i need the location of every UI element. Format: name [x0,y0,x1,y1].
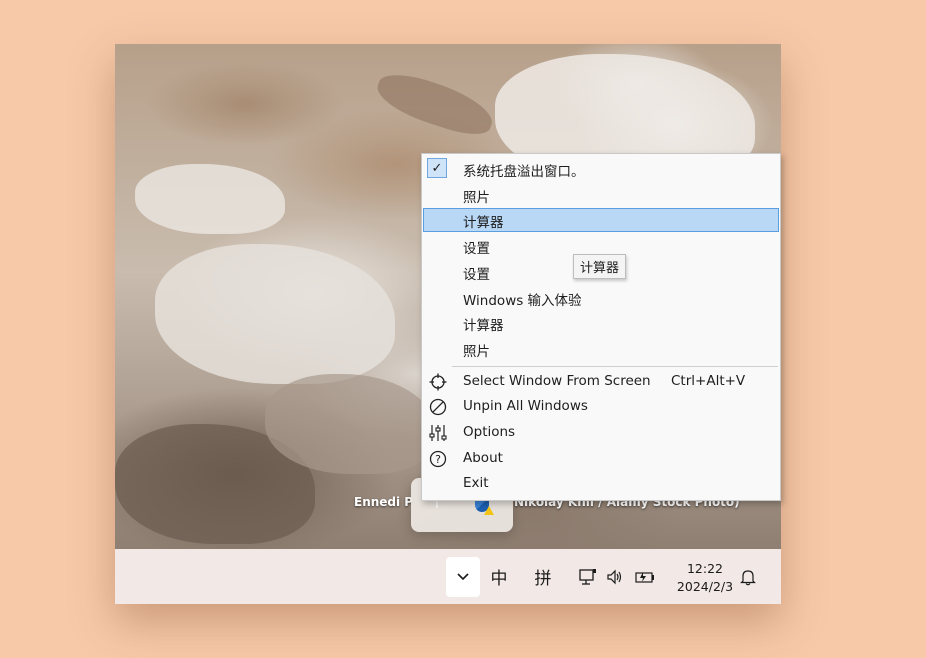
menu-item-label: 设置 [463,241,490,257]
warning-badge-icon [484,506,494,515]
menu-item-label: Exit [463,475,489,491]
menu-item-photos[interactable]: 照片 [423,183,779,207]
menu-item-calculator-2[interactable]: 计算器 [423,311,779,335]
menu-item-label: Unpin All Windows [463,398,588,414]
menu-separator [452,366,778,367]
menu-item-label: 计算器 [463,215,504,231]
menu-item-photos-2[interactable]: 照片 [423,337,779,361]
checkmark-icon: ✓ [427,158,447,178]
show-hidden-icons-button[interactable] [446,557,480,597]
ime-mode-indicator[interactable]: 中 [487,549,511,604]
menu-item-label: 照片 [463,190,490,206]
menu-item-label: Options [463,424,516,440]
menu-item-about[interactable]: ? About [423,447,779,471]
wallpaper-caption-left: Ennedi P [354,495,414,509]
menu-item-exit[interactable]: Exit [423,472,779,496]
unpin-icon [427,396,449,418]
menu-item-select-window[interactable]: Select Window From Screen Ctrl+Alt+V [423,370,779,394]
notification-bell-icon[interactable] [737,549,759,604]
tooltip: 计算器 [573,254,627,279]
menu-item-options[interactable]: Options [423,421,779,445]
svg-text:?: ? [435,453,441,466]
taskbar: 中 拼 12:22 2024/2/3 [115,549,781,604]
menu-item-label: 设置 [463,267,490,283]
volume-icon[interactable] [604,549,626,604]
menu-item-label: 照片 [463,344,490,360]
clock-date: 2024/2/3 [676,579,734,594]
menu-item-tray-overflow[interactable]: ✓ 系统托盘溢出窗口。 [423,157,779,181]
clock-time: 12:22 [686,561,724,576]
sliders-icon [427,422,449,444]
clock[interactable]: 12:22 2024/2/3 [670,560,740,596]
menu-item-label: 计算器 [463,318,504,334]
help-icon: ? [427,448,449,470]
menu-item-unpin-all[interactable]: Unpin All Windows [423,395,779,419]
menu-item-calculator-highlighted[interactable]: 计算器 [423,208,779,232]
menu-item-label: 系统托盘溢出窗口。 [463,164,585,180]
rock-shape [135,164,285,234]
menu-item-label: About [463,450,503,466]
menu-item-shortcut: Ctrl+Alt+V [671,373,746,389]
menu-item-label: Select Window From Screen [463,373,651,389]
rock-shape [155,244,395,384]
battery-icon[interactable] [633,549,657,604]
rock-shape [371,66,499,142]
network-icon[interactable] [576,549,600,604]
menu-item-windows-input-experience[interactable]: Windows 输入体验 [423,286,779,310]
menu-item-label: Windows 输入体验 [463,293,582,309]
rock-shape [265,374,435,474]
crosshair-icon [427,371,449,393]
context-menu: ✓ 系统托盘溢出窗口。 照片 计算器 设置 设置 Windows 输入体验 计算… [421,153,781,501]
ime-input-indicator[interactable]: 拼 [531,549,555,604]
chevron-down-icon [457,573,469,581]
